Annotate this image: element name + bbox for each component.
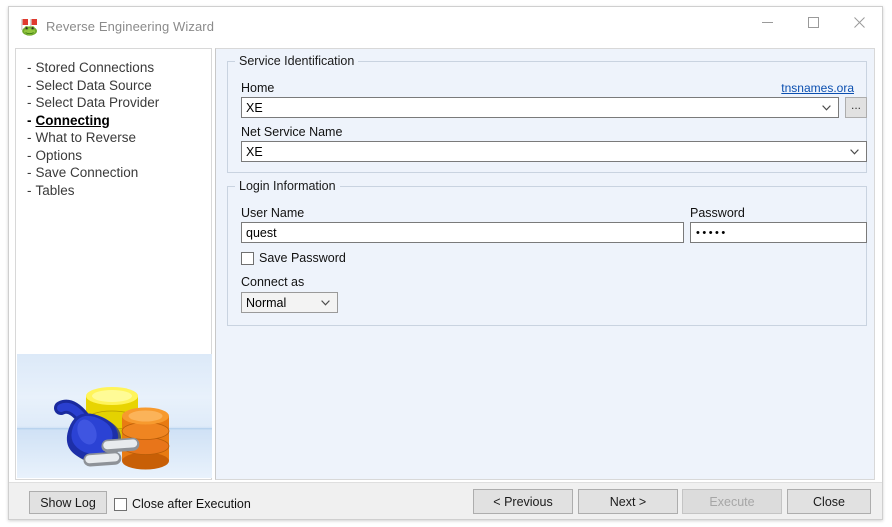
- previous-button[interactable]: < Previous: [473, 489, 573, 514]
- close-after-execution-label: Close after Execution: [132, 497, 251, 511]
- user-name-label: User Name: [241, 206, 305, 220]
- net-service-name-combobox[interactable]: XE: [241, 141, 867, 162]
- step-label: Stored Connections: [35, 60, 155, 75]
- step-label: Select Data Provider: [35, 95, 160, 110]
- show-log-button[interactable]: Show Log: [29, 491, 107, 514]
- step-bullet: -: [27, 112, 32, 128]
- step-label: Options: [35, 147, 83, 163]
- chevron-down-icon: [317, 293, 333, 312]
- sidebar-item-select-data-source[interactable]: - Select Data Source: [27, 77, 159, 95]
- net-service-name-value: XE: [246, 145, 263, 159]
- chevron-down-icon: [818, 98, 834, 117]
- close-icon[interactable]: [836, 7, 882, 37]
- home-label: Home: [241, 81, 275, 95]
- save-password-checkbox[interactable]: Save Password: [241, 251, 346, 265]
- net-service-name-label: Net Service Name: [241, 125, 343, 139]
- content-area: - Stored Connections - Select Data Source …: [9, 46, 882, 483]
- service-identification-title: Service Identification: [235, 54, 359, 68]
- sidebar-item-save-connection[interactable]: - Save Connection: [27, 164, 159, 182]
- user-name-input[interactable]: quest: [241, 222, 684, 243]
- password-value: •••••: [696, 227, 728, 239]
- chevron-down-icon: [846, 142, 862, 161]
- step-bullet: -: [27, 95, 32, 110]
- title-bar: Reverse Engineering Wizard: [9, 7, 882, 46]
- step-bullet: -: [27, 165, 32, 180]
- connection-settings-pane: Service Identification Home tnsnames.ora…: [215, 48, 875, 480]
- user-name-value: quest: [246, 226, 277, 240]
- sidebar-item-tables[interactable]: - Tables: [27, 182, 159, 200]
- step-bullet: -: [27, 77, 32, 93]
- toad-frog-icon: [21, 19, 39, 36]
- step-bullet: -: [27, 60, 32, 75]
- step-label: Save Connection: [35, 165, 139, 180]
- close-after-execution-checkbox[interactable]: Close after Execution: [114, 497, 251, 511]
- checkbox-box: [241, 251, 254, 265]
- sidebar-item-stored-connections[interactable]: - Stored Connections: [27, 59, 159, 77]
- login-information-title: Login Information: [235, 179, 340, 193]
- wizard-button-bar: Show Log Close after Execution < Previou…: [9, 482, 882, 519]
- connect-as-combobox[interactable]: Normal: [241, 292, 338, 313]
- sidebar-item-what-to-reverse[interactable]: - What to Reverse: [27, 129, 159, 147]
- home-value: XE: [246, 101, 263, 115]
- step-label: Tables: [35, 182, 75, 198]
- home-browse-button[interactable]: ...: [845, 97, 867, 118]
- step-bullet: -: [27, 147, 32, 163]
- tnsnames-ora-link[interactable]: tnsnames.ora: [781, 81, 854, 95]
- database-plug-connection-image: [17, 354, 212, 478]
- minimize-icon[interactable]: [744, 7, 790, 37]
- wizard-step-list: - Stored Connections - Select Data Source …: [27, 59, 159, 199]
- close-button[interactable]: Close: [787, 489, 871, 514]
- sidebar-item-options[interactable]: - Options: [27, 147, 159, 165]
- sidebar-item-connecting[interactable]: - Connecting: [27, 112, 159, 130]
- next-button[interactable]: Next >: [578, 489, 678, 514]
- step-label: Select Data Source: [35, 77, 152, 93]
- window-title: Reverse Engineering Wizard: [46, 19, 215, 34]
- password-input[interactable]: •••••: [690, 222, 867, 243]
- password-label: Password: [690, 206, 745, 220]
- step-bullet: -: [27, 182, 32, 198]
- reverse-engineering-wizard-window: Reverse Engineering Wizard - Stored Conne…: [8, 6, 883, 520]
- sidebar-item-select-data-provider[interactable]: - Select Data Provider: [27, 94, 159, 112]
- checkbox-box: [114, 497, 127, 511]
- connect-as-value: Normal: [246, 296, 287, 310]
- connect-as-label: Connect as: [241, 275, 305, 289]
- maximize-icon[interactable]: [790, 7, 836, 37]
- step-label: What to Reverse: [35, 130, 137, 145]
- service-identification-group: Service Identification Home tnsnames.ora…: [227, 54, 867, 173]
- execute-button: Execute: [682, 489, 782, 514]
- save-password-label: Save Password: [259, 251, 346, 265]
- step-label: Connecting: [35, 112, 110, 128]
- login-information-group: Login Information User Name quest Passwo…: [227, 179, 867, 326]
- home-combobox[interactable]: XE: [241, 97, 839, 118]
- wizard-steps-sidebar: - Stored Connections - Select Data Source …: [15, 48, 212, 480]
- step-bullet: -: [27, 130, 32, 145]
